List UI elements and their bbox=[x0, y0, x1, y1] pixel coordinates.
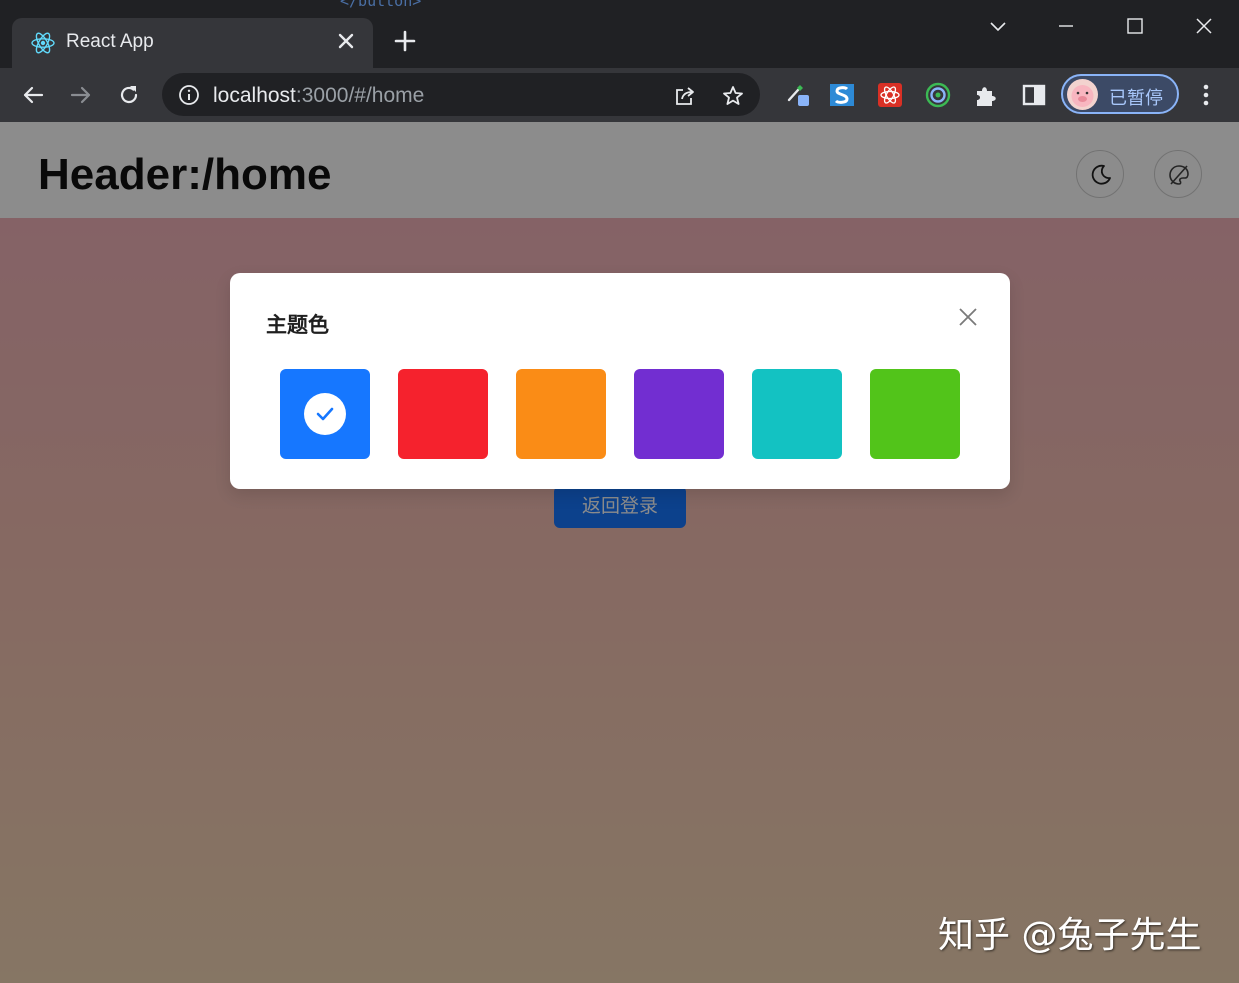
site-info-icon[interactable] bbox=[178, 84, 200, 106]
side-panel-icon[interactable] bbox=[1021, 82, 1047, 108]
color-swatch-purple[interactable] bbox=[634, 369, 724, 459]
target-extension-icon[interactable] bbox=[925, 82, 951, 108]
url-host: localhost bbox=[213, 84, 296, 107]
browser-menu-icon[interactable] bbox=[1196, 82, 1216, 108]
modal-title: 主题色 bbox=[266, 313, 329, 337]
forward-arrow-icon[interactable] bbox=[68, 82, 94, 108]
react-devtools-icon[interactable] bbox=[877, 82, 903, 108]
browser-titlebar: </button> React App bbox=[0, 0, 1239, 68]
back-arrow-icon[interactable] bbox=[20, 82, 46, 108]
tab-title: React App bbox=[66, 31, 154, 52]
tab-close-icon[interactable] bbox=[335, 30, 357, 52]
pig-avatar-icon bbox=[1071, 85, 1094, 107]
color-swatch-cyan[interactable] bbox=[752, 369, 842, 459]
new-tab-icon[interactable] bbox=[392, 28, 418, 54]
reload-icon[interactable] bbox=[116, 82, 142, 108]
minimize-icon[interactable] bbox=[1052, 12, 1080, 40]
close-icon[interactable] bbox=[956, 305, 980, 329]
check-icon bbox=[304, 393, 346, 435]
share-icon[interactable] bbox=[673, 84, 697, 108]
react-icon bbox=[31, 32, 55, 54]
s-extension-icon[interactable] bbox=[829, 82, 855, 108]
color-swatch-blue[interactable] bbox=[280, 369, 370, 459]
profile-button[interactable]: 已暂停 bbox=[1061, 74, 1179, 114]
theme-color-modal: 主题色 bbox=[230, 273, 1010, 489]
avatar bbox=[1067, 79, 1098, 110]
address-bar[interactable]: localhost:3000/#/home bbox=[162, 73, 760, 116]
background-code-text: </button> bbox=[340, 0, 422, 10]
url-text[interactable]: localhost:3000/#/home bbox=[213, 84, 424, 108]
watermark: 知乎 @兔子先生 bbox=[938, 915, 1202, 956]
maximize-icon[interactable] bbox=[1121, 12, 1149, 40]
browser-tab[interactable]: React App bbox=[12, 18, 373, 68]
color-swatch-orange[interactable] bbox=[516, 369, 606, 459]
page-viewport: Header:/home 返回登录 主题色 bbox=[0, 122, 1239, 983]
profile-label: 已暂停 bbox=[1109, 88, 1163, 109]
url-path: :3000/#/home bbox=[295, 84, 425, 107]
modal-mask[interactable] bbox=[0, 122, 1239, 983]
bookmark-star-icon[interactable] bbox=[721, 84, 745, 108]
window-close-icon[interactable] bbox=[1190, 12, 1218, 40]
tab-search-chevron-icon[interactable] bbox=[984, 12, 1012, 40]
color-swatch-green[interactable] bbox=[870, 369, 960, 459]
color-swatch-red[interactable] bbox=[398, 369, 488, 459]
extensions-puzzle-icon[interactable] bbox=[973, 82, 999, 108]
browser-toolbar: localhost:3000/#/home 已暂停 bbox=[0, 68, 1239, 122]
color-picker-extension-icon[interactable] bbox=[786, 82, 812, 108]
